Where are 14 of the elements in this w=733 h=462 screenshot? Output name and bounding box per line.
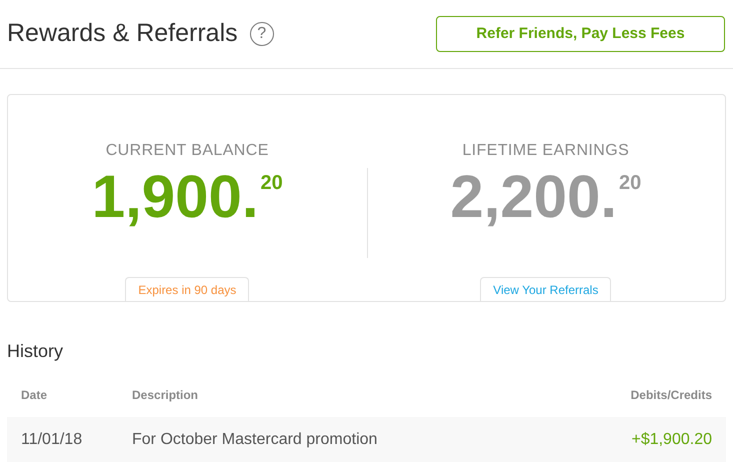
- help-icon[interactable]: ?: [250, 22, 274, 46]
- expiry-tag: Expires in 90 days: [125, 277, 250, 301]
- refer-friends-button[interactable]: Refer Friends, Pay Less Fees: [436, 16, 725, 52]
- table-cell-text: For October Mastercard promotion: [132, 430, 378, 450]
- page-title: Rewards & Referrals: [7, 18, 238, 50]
- column-header: Debits/Credits: [630, 387, 712, 404]
- section-title: History: [6, 340, 64, 363]
- stat-label: LIFETIME EARNINGS: [462, 141, 630, 161]
- column-header: Date: [21, 387, 48, 404]
- column-header: Description: [132, 387, 200, 404]
- table-cell-text: 11/01/18: [21, 430, 84, 450]
- view-referrals-link[interactable]: View Your Referrals: [480, 277, 612, 301]
- stat-label: CURRENT BALANCE: [106, 141, 269, 161]
- table-cell-text: +$1,900.20: [631, 430, 712, 450]
